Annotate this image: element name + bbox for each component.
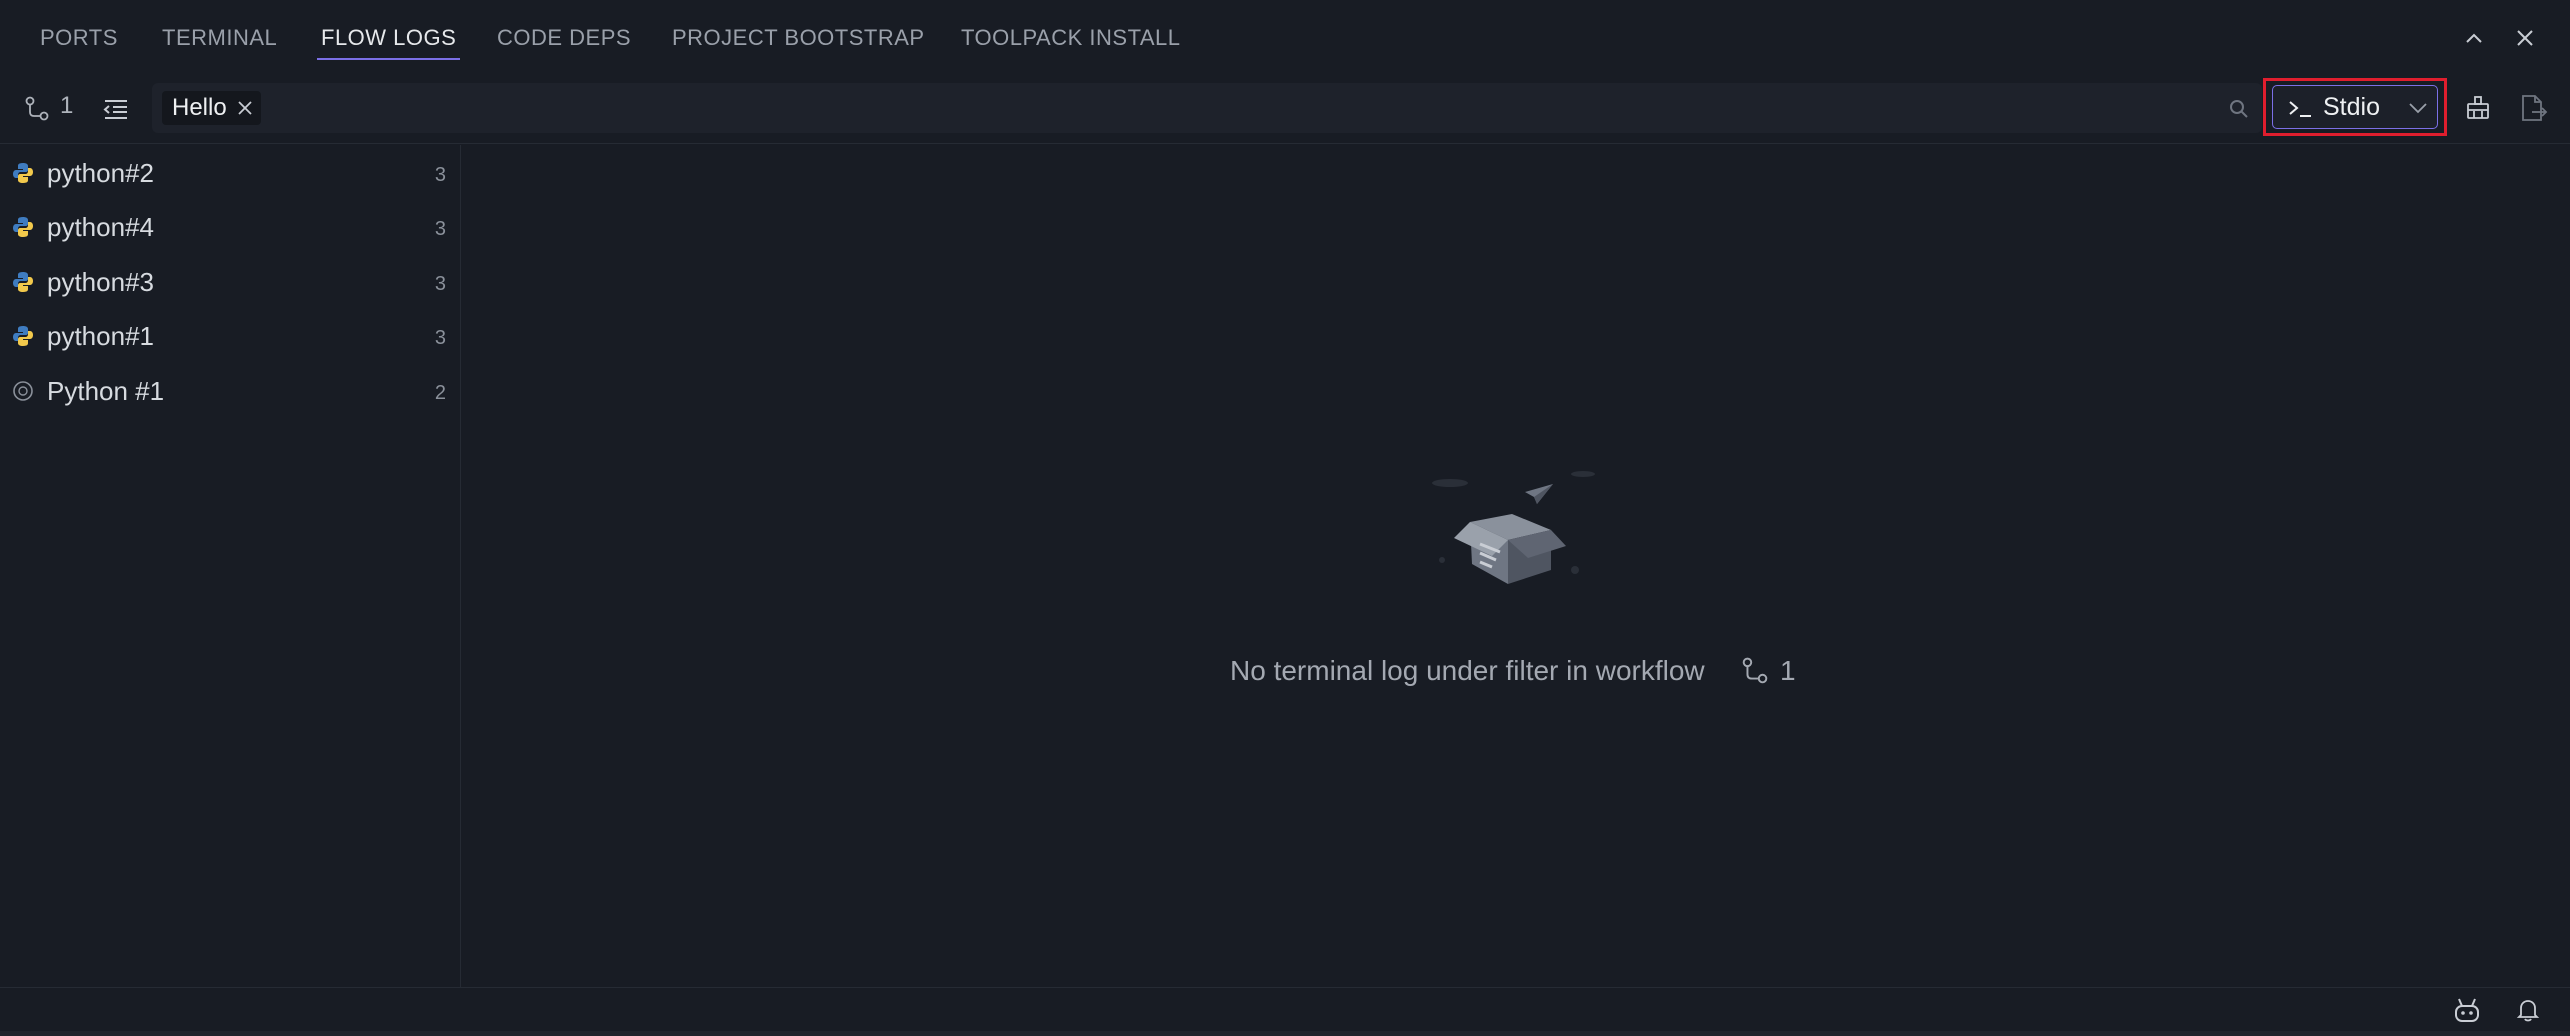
log-filter-input[interactable]: Hello: [152, 83, 2262, 133]
list-item-count: 3: [434, 218, 446, 240]
flow-list-sidebar: python#2 3 python#4 3 python#3 3 python#…: [0, 145, 461, 987]
list-item[interactable]: python#3 3: [0, 257, 460, 307]
tab-ports[interactable]: PORTS: [40, 22, 118, 62]
list-item[interactable]: python#4 3: [0, 202, 460, 252]
clear-logs-button[interactable]: [2461, 91, 2495, 125]
bot-icon[interactable]: [2452, 996, 2482, 1024]
outline-toggle-button[interactable]: [100, 94, 132, 124]
python-icon: [13, 326, 33, 346]
list-item[interactable]: Python #1 2: [0, 366, 460, 416]
workflow-icon: [1742, 657, 1768, 684]
open-box-icon: [1432, 471, 1595, 584]
bell-icon[interactable]: [2515, 997, 2541, 1023]
stream-select[interactable]: Stdio: [2272, 85, 2438, 129]
export-logs-button[interactable]: [2516, 91, 2550, 125]
list-item[interactable]: python#2 3: [0, 148, 460, 198]
close-panel-button[interactable]: [2507, 20, 2543, 56]
python-icon: [13, 272, 33, 292]
tab-toolpack-install[interactable]: TOOLPACK INSTALL: [961, 22, 1181, 62]
broom-icon: [2467, 96, 2489, 119]
list-item-count: 3: [434, 327, 446, 349]
tab-code-deps[interactable]: CODE DEPS: [497, 22, 631, 62]
list-item-label: python#1: [47, 321, 154, 351]
python-icon: [13, 217, 33, 237]
filter-chip-label: Hello: [172, 94, 227, 121]
tab-terminal[interactable]: TERMINAL: [162, 22, 277, 62]
workflow-count: 1: [60, 92, 74, 119]
list-item-label: python#4: [47, 212, 154, 242]
workflow-selector[interactable]: [22, 94, 52, 124]
empty-state-workflow-number: 1: [1780, 655, 1796, 686]
status-bar: [0, 987, 2570, 1031]
bottom-edge: [0, 1031, 2570, 1036]
info-circle-icon: [13, 381, 33, 401]
search-icon[interactable]: [2228, 98, 2250, 120]
outline-list-icon: [103, 100, 127, 119]
flow-logs-panel: PORTS TERMINAL FLOW LOGS CODE DEPS PROJE…: [0, 0, 2570, 1036]
list-item-count: 3: [434, 273, 446, 295]
list-item-label: python#3: [47, 267, 154, 297]
list-item-count: 2: [434, 382, 446, 404]
chevron-up-icon: [2466, 33, 2482, 43]
log-toolbar: 1 Hello Stdio: [0, 74, 2570, 144]
chevron-down-icon: [2409, 103, 2427, 114]
list-item-label: Python #1: [47, 376, 165, 406]
empty-state-message: No terminal log under filter in workflow: [1230, 655, 1705, 686]
filter-chip[interactable]: Hello: [162, 91, 261, 125]
close-icon: [2517, 30, 2533, 46]
list-item[interactable]: python#1 3: [0, 311, 460, 361]
list-item-label: python#2: [47, 158, 154, 188]
close-icon[interactable]: [235, 98, 255, 118]
panel-tab-bar: PORTS TERMINAL FLOW LOGS CODE DEPS PROJE…: [0, 0, 2570, 74]
tab-project-bootstrap[interactable]: PROJECT BOOTSTRAP: [672, 22, 925, 62]
python-icon: [13, 163, 33, 183]
stream-select-value: Stdio: [2323, 93, 2380, 121]
workflow-icon: [25, 96, 49, 121]
maximize-panel-button[interactable]: [2456, 20, 2492, 56]
list-item-count: 3: [434, 164, 446, 186]
tab-flow-logs[interactable]: FLOW LOGS: [316, 22, 461, 62]
export-file-icon: [2522, 95, 2548, 121]
terminal-prompt-icon: [2289, 101, 2311, 117]
